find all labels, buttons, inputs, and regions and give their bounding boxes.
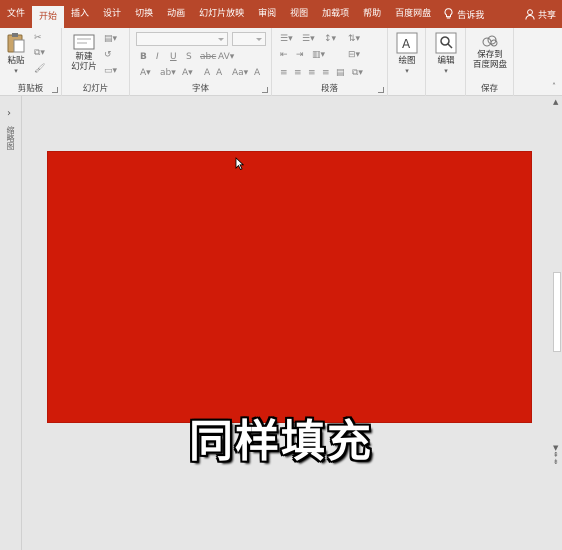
tab-baidu-netdisk[interactable]: 百度网盘 — [388, 0, 438, 28]
paste-label: 粘贴 — [7, 56, 25, 66]
group-editing: 编辑 ▾ — [426, 28, 466, 96]
lightbulb-icon — [444, 8, 453, 19]
scrollbar-thumb[interactable] — [553, 272, 561, 352]
font-launcher-icon[interactable] — [262, 87, 268, 93]
drawing-button[interactable]: A 绘图 ▾ — [392, 32, 422, 76]
increase-indent-icon[interactable]: ⇥ — [296, 50, 304, 60]
paste-button[interactable]: 粘贴 ▾ — [4, 32, 28, 76]
cloud-icon — [482, 35, 498, 47]
tab-transitions[interactable]: 切换 — [128, 0, 160, 28]
mouse-cursor-icon — [235, 157, 244, 170]
group-font: B I U S abc AV▾ A▾ ab▾ A▾ A A Aa▾ A 字体 — [130, 28, 272, 96]
editing-label: 编辑 — [437, 56, 455, 66]
tab-help[interactable]: 帮助 — [356, 0, 388, 28]
reset-icon[interactable]: ↺ — [104, 50, 112, 60]
distributed-icon[interactable]: ▤ — [336, 68, 345, 78]
thumbnail-pane-label: 缩略图 — [6, 126, 15, 150]
text-direction-icon[interactable]: ⇅▾ — [348, 34, 360, 44]
align-left-icon[interactable]: ≡ — [280, 68, 288, 78]
highlight-icon[interactable]: ab▾ — [160, 68, 176, 78]
section-icon[interactable]: ▭▾ — [104, 66, 117, 76]
format-painter-icon[interactable]: 🖌 — [34, 64, 45, 74]
editing-button[interactable]: 编辑 ▾ — [431, 32, 461, 76]
collapse-ribbon-icon[interactable]: ˄ — [552, 82, 556, 91]
font-name-combobox[interactable] — [136, 32, 228, 46]
underline-icon[interactable]: U — [170, 52, 177, 62]
italic-icon[interactable]: I — [156, 52, 159, 62]
tab-animations[interactable]: 动画 — [160, 0, 192, 28]
group-paragraph: ☰▾ ☰▾ ↕▾ ⇅▾ ⇤ ⇥ ▥▾ ⊟▾ ≡ ≡ ≡ ≡ ▤ ⧉▾ 段落 — [272, 28, 388, 96]
tab-slideshow[interactable]: 幻灯片放映 — [192, 0, 251, 28]
group-label-save: 保存 — [480, 84, 498, 94]
save-label-1: 保存到 — [477, 50, 503, 60]
columns-icon[interactable]: ▥▾ — [312, 50, 325, 60]
shapes-icon: A — [396, 32, 418, 54]
change-case-icon[interactable]: Aa▾ — [232, 68, 248, 78]
slide-canvas[interactable] — [47, 151, 532, 423]
tab-home[interactable]: 开始 — [32, 6, 65, 28]
save-to-netdisk-button[interactable]: 保存到 百度网盘 — [468, 34, 512, 70]
align-center-icon[interactable]: ≡ — [294, 68, 302, 78]
group-label-slides: 幻灯片 — [82, 84, 109, 94]
ribbon-tab-bar: 文件 开始 插入 设计 切换 动画 幻灯片放映 审阅 视图 加载项 帮助 百度网… — [0, 0, 562, 28]
line-spacing-icon[interactable]: ↕▾ — [324, 34, 336, 44]
save-label-2: 百度网盘 — [472, 60, 507, 70]
increase-font-icon[interactable]: A — [204, 68, 210, 78]
group-label-paragraph: 段落 — [320, 84, 338, 94]
thumbnail-pane: › 缩略图 — [0, 96, 22, 550]
copy-icon[interactable]: ⧉▾ — [34, 48, 45, 58]
tab-insert[interactable]: 插入 — [64, 0, 96, 28]
share-label: 共享 — [537, 10, 556, 21]
clipboard-icon — [7, 33, 25, 53]
drawing-label: 绘图 — [398, 56, 416, 66]
new-slide-label-1: 新建 — [75, 52, 93, 62]
group-drawing: A 绘图 ▾ — [388, 28, 426, 96]
scroll-up-icon[interactable]: ▲ — [553, 98, 558, 106]
tab-view[interactable]: 视图 — [283, 0, 315, 28]
subtitle-caption: 同样填充 — [189, 416, 373, 467]
tab-addins[interactable]: 加载项 — [315, 0, 356, 28]
decrease-font-icon[interactable]: A — [216, 68, 222, 78]
group-label-font: 字体 — [191, 84, 209, 94]
clipboard-launcher-icon[interactable] — [52, 87, 58, 93]
tab-design[interactable]: 设计 — [96, 0, 128, 28]
tell-me-button[interactable]: 告诉我 — [438, 0, 490, 28]
person-icon — [525, 8, 535, 20]
shadow-text-icon[interactable]: S — [186, 52, 192, 62]
smartart-icon[interactable]: ⧉▾ — [352, 68, 363, 78]
tab-file[interactable]: 文件 — [0, 0, 32, 28]
svg-text:A: A — [402, 37, 411, 51]
numbering-icon[interactable]: ☰▾ — [302, 34, 315, 44]
tell-me-label: 告诉我 — [457, 10, 485, 21]
justify-icon[interactable]: ≡ — [322, 68, 330, 78]
clear-format-icon[interactable]: A — [254, 68, 260, 78]
paragraph-launcher-icon[interactable] — [378, 87, 384, 93]
decrease-indent-icon[interactable]: ⇤ — [280, 50, 288, 60]
font-color-icon[interactable]: A▾ — [182, 68, 193, 78]
new-slide-icon — [73, 34, 95, 50]
group-slides: 新建 幻灯片 ▤▾ ↺ ▭▾ 幻灯片 — [62, 28, 130, 96]
tab-review[interactable]: 审阅 — [251, 0, 283, 28]
bold-icon[interactable]: B — [140, 52, 147, 62]
new-slide-label-2: 幻灯片 — [71, 62, 97, 72]
char-spacing-icon[interactable]: AV▾ — [218, 52, 234, 62]
ribbon-home: 粘贴 ▾ ✂ ⧉▾ 🖌 剪贴板 新建 幻灯片 ▤▾ ↺ ▭▾ 幻灯片 B I U… — [0, 28, 562, 96]
font-size-combobox[interactable] — [232, 32, 266, 46]
share-button[interactable]: 共享 — [525, 0, 556, 28]
scissors-icon[interactable]: ✂ — [34, 33, 42, 43]
group-save: 保存到 百度网盘 保存 — [466, 28, 514, 96]
new-slide-button[interactable]: 新建 幻灯片 — [66, 34, 102, 72]
expand-pane-icon[interactable]: › — [7, 108, 11, 119]
align-right-icon[interactable]: ≡ — [308, 68, 316, 78]
align-text-icon[interactable]: ⊟▾ — [348, 50, 360, 60]
bullets-icon[interactable]: ☰▾ — [280, 34, 293, 44]
layout-icon[interactable]: ▤▾ — [104, 34, 117, 44]
magnifier-icon — [435, 32, 457, 54]
group-clipboard: 粘贴 ▾ ✂ ⧉▾ 🖌 剪贴板 — [0, 28, 62, 96]
strikethrough-icon[interactable]: abc — [200, 52, 216, 62]
text-effects-icon[interactable]: A▾ — [140, 68, 151, 78]
